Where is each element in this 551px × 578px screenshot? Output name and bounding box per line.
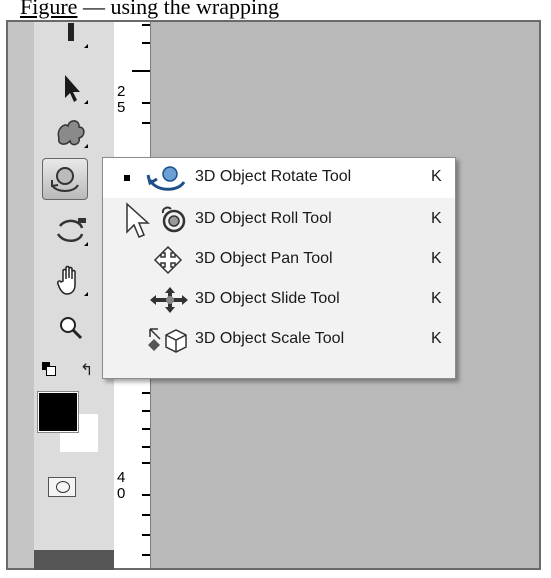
left-strip: [8, 22, 34, 568]
menu-item-shortcut: K: [431, 290, 442, 307]
tools-panel-footer: [34, 550, 114, 570]
menu-item-label: 3D Object Scale Tool: [195, 330, 345, 347]
quick-mask-icon: [56, 481, 70, 493]
ruler-number: 4: [117, 469, 126, 486]
ruler-number: 5: [117, 99, 126, 116]
menu-item-shortcut: K: [431, 330, 442, 347]
menu-item-shortcut: K: [431, 168, 442, 185]
menu-item-label: 3D Object Slide Tool: [195, 290, 340, 307]
hand-tool[interactable]: [46, 258, 96, 302]
ruler-number: 2: [117, 83, 126, 100]
quick-mask-button[interactable]: [48, 477, 76, 497]
3d-slide-icon: [143, 284, 189, 316]
menu-item-3d-object-slide-tool[interactable]: 3D Object Slide Tool K: [103, 280, 455, 320]
mouse-pointer-icon: [126, 202, 150, 238]
path-selection-tool[interactable]: [46, 66, 96, 110]
custom-shape-tool[interactable]: [46, 110, 96, 154]
menu-item-shortcut: K: [431, 210, 442, 227]
3d-scale-icon: [143, 324, 189, 356]
3d-object-rotate-tool-icon: [51, 167, 79, 192]
menu-item-label: 3D Object Roll Tool: [195, 210, 332, 227]
zoom-tool[interactable]: [46, 306, 96, 350]
3d-camera-rotate-tool[interactable]: [46, 208, 96, 252]
menu-item-label: 3D Object Rotate Tool: [195, 168, 352, 185]
hand-tool-icon: [57, 265, 76, 295]
3d-object-rotate-tool[interactable]: [42, 158, 88, 200]
menu-item-3d-object-roll-tool[interactable]: 3D Object Roll Tool K: [103, 200, 455, 240]
selected-bullet-icon: [124, 175, 130, 181]
path-selection-tool-icon: [65, 75, 80, 102]
foreground-color-swatch[interactable]: [37, 391, 79, 433]
menu-item-3d-object-pan-tool[interactable]: 3D Object Pan Tool K: [103, 240, 455, 280]
default-colors-icon[interactable]: [42, 362, 56, 376]
swap-colors-icon[interactable]: ↰: [80, 360, 93, 379]
3d-tools-flyout-menu: 3D Object Rotate Tool K 3D Object Roll T…: [102, 157, 456, 379]
zoom-tool-icon: [60, 317, 83, 340]
menu-item-3d-object-scale-tool[interactable]: 3D Object Scale Tool K: [103, 320, 455, 360]
menu-item-shortcut: K: [431, 250, 442, 267]
custom-shape-tool-icon: [57, 120, 85, 146]
menu-item-label: 3D Object Pan Tool: [195, 250, 333, 267]
3d-rotate-icon: [143, 162, 189, 194]
caption-text: — using the wrapping: [77, 0, 280, 19]
type-tool[interactable]: [46, 10, 96, 54]
3d-pan-icon: [143, 244, 189, 276]
3d-camera-rotate-tool-icon: [56, 218, 86, 242]
ruler-number: 0: [117, 485, 126, 502]
type-tool-icon: [68, 23, 74, 41]
photoshop-window: ↰ 2 5 3 4 0: [6, 20, 541, 570]
color-swatches: [37, 391, 108, 462]
menu-item-3d-object-rotate-tool[interactable]: 3D Object Rotate Tool K: [103, 158, 455, 198]
